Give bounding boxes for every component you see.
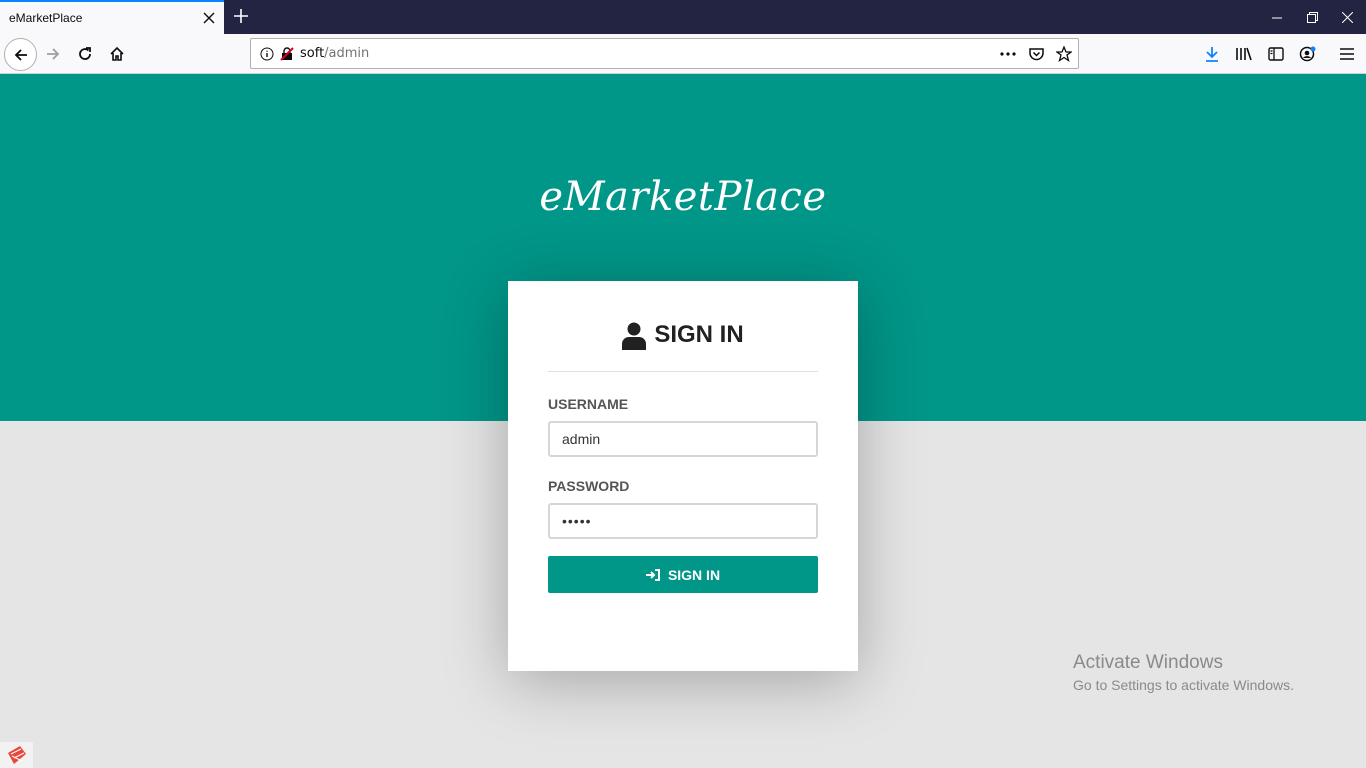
- download-icon[interactable]: [1196, 38, 1228, 70]
- more-icon[interactable]: [994, 40, 1022, 68]
- url-host: soft: [300, 46, 325, 61]
- card-header: SIGN IN: [548, 319, 818, 372]
- url-bar[interactable]: soft/admin: [250, 38, 1079, 69]
- tab-bar: eMarketPlace: [0, 0, 1366, 34]
- url-path: /admin: [324, 46, 370, 61]
- plus-icon[interactable]: [228, 3, 254, 29]
- window-close-icon[interactable]: [1328, 0, 1366, 34]
- signin-heading: SIGN IN: [654, 321, 744, 348]
- menu-icon[interactable]: [1331, 38, 1363, 70]
- pocket-icon[interactable]: [1022, 40, 1050, 68]
- home-icon[interactable]: [101, 38, 133, 70]
- back-icon[interactable]: [4, 38, 37, 71]
- star-icon[interactable]: [1050, 40, 1078, 68]
- minimize-icon[interactable]: [1258, 0, 1296, 34]
- reload-icon[interactable]: [69, 38, 101, 70]
- page-content: eMarketPlace SIGN IN USERNAME admin PASS…: [0, 74, 1366, 768]
- sidebar-icon[interactable]: [1260, 38, 1292, 70]
- brand-logo: eMarketPlace: [539, 174, 827, 220]
- user-icon: [622, 322, 647, 355]
- account-icon[interactable]: [1292, 38, 1324, 70]
- login-card: SIGN IN USERNAME admin PASSWORD ••••• SI…: [508, 281, 858, 671]
- info-icon[interactable]: [260, 47, 274, 61]
- username-field[interactable]: admin: [548, 421, 818, 457]
- restore-icon[interactable]: [1293, 0, 1331, 34]
- tab-title: eMarketPlace: [9, 11, 83, 25]
- password-label: PASSWORD: [548, 478, 630, 494]
- windows-activation-watermark: Activate Windows Go to Settings to activ…: [1073, 652, 1294, 693]
- watermark-title: Activate Windows: [1073, 652, 1223, 673]
- app-icon[interactable]: [0, 742, 33, 768]
- url-text[interactable]: soft/admin: [300, 46, 369, 61]
- forward-icon[interactable]: [37, 38, 69, 70]
- sign-in-icon: [645, 568, 660, 581]
- watermark-subtitle: Go to Settings to activate Windows.: [1073, 677, 1294, 693]
- library-icon[interactable]: [1228, 38, 1260, 70]
- signin-button-label: SIGN IN: [667, 566, 721, 583]
- signin-button[interactable]: SIGN IN: [548, 556, 818, 593]
- browser-tab[interactable]: eMarketPlace: [0, 0, 224, 34]
- close-icon[interactable]: [194, 3, 224, 33]
- password-field[interactable]: •••••: [548, 503, 818, 539]
- username-label: USERNAME: [548, 396, 629, 412]
- navigation-toolbar: soft/admin: [0, 34, 1366, 74]
- insecure-lock-icon[interactable]: [280, 46, 294, 61]
